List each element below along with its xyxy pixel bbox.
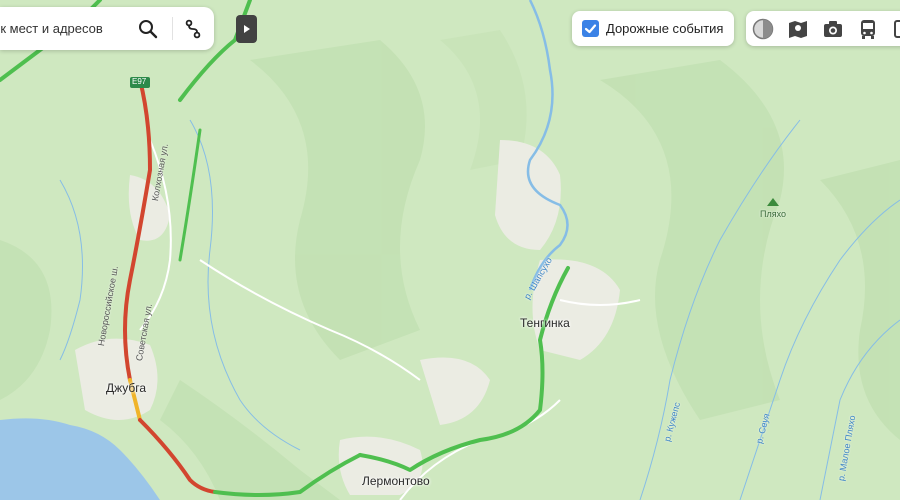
map-mode-button[interactable] xyxy=(749,15,777,43)
search-box xyxy=(0,7,214,50)
search-divider xyxy=(172,17,173,40)
town-label-tenginka[interactable]: Тенгинка xyxy=(520,316,570,330)
transport-button[interactable] xyxy=(854,15,882,43)
sidebar-toggle-button[interactable] xyxy=(236,15,257,43)
extra-layer-button[interactable] xyxy=(889,15,900,43)
town-label-lermontovo[interactable]: Лермонтово xyxy=(362,474,430,488)
camera-icon xyxy=(824,21,842,37)
road-events-label: Дорожные события xyxy=(606,21,724,36)
panorama-map-button[interactable] xyxy=(784,15,812,43)
peak-label-plyaho: Пляхо xyxy=(760,209,786,219)
road-events-toggle[interactable]: Дорожные события xyxy=(572,11,734,46)
search-icon xyxy=(139,20,158,39)
layers-icon xyxy=(894,20,900,38)
checkmark-icon xyxy=(584,24,597,34)
route-button[interactable] xyxy=(180,16,206,42)
chevron-right-icon xyxy=(243,25,250,33)
route-icon xyxy=(185,19,201,39)
town-label-dzhubga[interactable]: Джубга xyxy=(106,381,146,395)
transport-icon xyxy=(861,20,875,39)
search-button[interactable] xyxy=(135,16,161,42)
road-events-checkbox[interactable] xyxy=(582,20,599,37)
panorama-map-icon xyxy=(789,21,807,38)
layer-controls xyxy=(746,11,900,46)
search-input[interactable] xyxy=(0,7,130,50)
camera-button[interactable] xyxy=(819,15,847,43)
map-mode-icon xyxy=(752,18,774,40)
road-shield-label: E97 xyxy=(132,77,147,86)
